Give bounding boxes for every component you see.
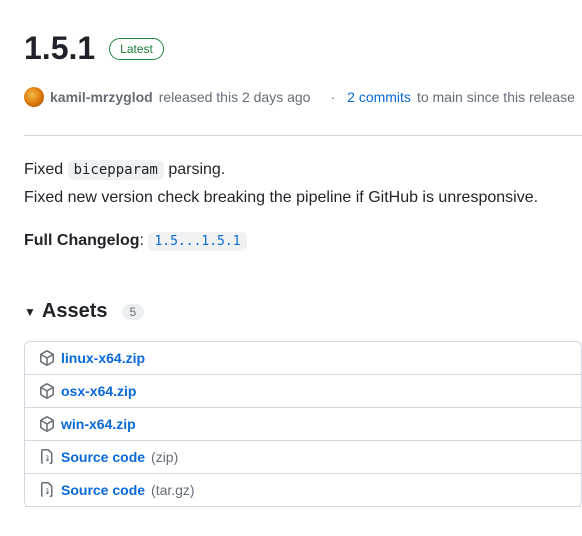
asset-link[interactable]: win-x64.zip	[61, 416, 136, 432]
commits-tail: to main since this release	[417, 89, 575, 105]
release-body: Fixed bicepparam parsing. Fixed new vers…	[24, 158, 582, 210]
commits-link[interactable]: 2 commits	[347, 89, 411, 105]
asset-link[interactable]: osx-x64.zip	[61, 383, 136, 399]
asset-suffix: (tar.gz)	[151, 482, 195, 498]
package-icon	[39, 416, 55, 432]
divider	[24, 135, 582, 136]
asset-row: win-x64.zip	[25, 408, 581, 441]
latest-badge: Latest	[109, 38, 164, 60]
assets-count-badge: 5	[122, 304, 145, 320]
asset-link[interactable]: linux-x64.zip	[61, 350, 145, 366]
asset-link[interactable]: Source code	[61, 482, 145, 498]
body-text: Fixed	[24, 161, 68, 178]
package-icon	[39, 350, 55, 366]
separator-dot: ·	[330, 89, 335, 105]
asset-row: Source code (tar.gz)	[25, 474, 581, 507]
body-text: parsing.	[164, 161, 225, 178]
asset-row: linux-x64.zip	[25, 342, 581, 375]
changelog-label: Full Changelog	[24, 232, 140, 249]
release-meta: kamil-mrzyglod released this 2 days ago …	[24, 87, 582, 107]
asset-row: Source code (zip)	[25, 441, 581, 474]
assets-title: Assets	[42, 300, 108, 323]
asset-suffix: (zip)	[151, 449, 178, 465]
caret-down-icon: ▼	[24, 305, 36, 319]
full-changelog: Full Changelog: 1.5...1.5.1	[24, 232, 582, 250]
asset-link[interactable]: Source code	[61, 449, 145, 465]
avatar[interactable]	[24, 87, 44, 107]
author-link[interactable]: kamil-mrzyglod	[50, 89, 153, 105]
code-inline: bicepparam	[68, 160, 164, 180]
assets-list: linux-x64.zip osx-x64.zip win-x64.zip Sourc…	[24, 341, 582, 507]
compare-link[interactable]: 1.5...1.5.1	[148, 232, 246, 251]
file-zip-icon	[39, 482, 55, 498]
body-text: Fixed new version check breaking the pip…	[24, 186, 582, 210]
assets-toggle[interactable]: ▼ Assets	[24, 300, 108, 323]
package-icon	[39, 383, 55, 399]
release-title[interactable]: 1.5.1	[24, 30, 95, 67]
file-zip-icon	[39, 449, 55, 465]
released-time-text: released this 2 days ago	[159, 89, 311, 105]
asset-row: osx-x64.zip	[25, 375, 581, 408]
